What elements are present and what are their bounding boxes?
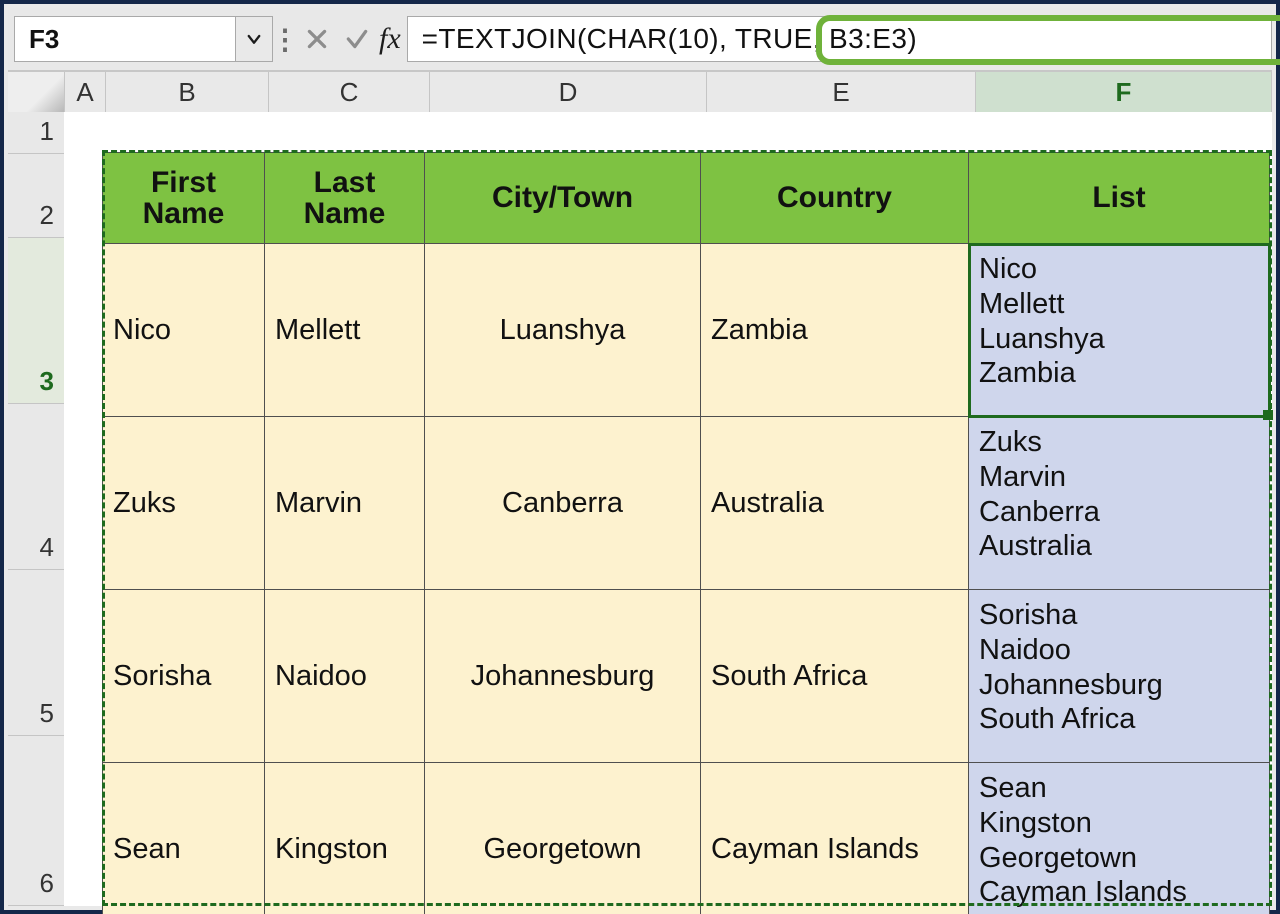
name-box[interactable]: F3 <box>14 16 236 62</box>
app-frame: F3 ⋮ fx =TEXTJOIN(CHAR(10), TRUE, B3:E3)… <box>0 0 1280 914</box>
formula-text: =TEXTJOIN(CHAR(10), TRUE, B3:E3) <box>422 23 917 55</box>
header-country[interactable]: Country <box>701 153 969 244</box>
row-header-5[interactable]: 5 <box>8 570 64 736</box>
row-headers: 1 2 3 4 5 6 <box>8 112 65 906</box>
cell-F3[interactable]: Nico Mellett Luanshya Zambia <box>969 244 1270 417</box>
table-row: Zuks Marvin Canberra Australia Zuks Marv… <box>103 417 1270 590</box>
header-list-label: List <box>1092 181 1145 214</box>
check-icon <box>344 26 370 52</box>
header-first-label: FirstName <box>143 166 225 231</box>
cell-D6[interactable]: Georgetown <box>425 763 701 914</box>
header-country-label: Country <box>777 181 892 214</box>
col-header-D[interactable]: D <box>430 72 707 112</box>
cell-F4[interactable]: Zuks Marvin Canberra Australia <box>969 417 1270 590</box>
header-list[interactable]: List <box>969 153 1270 244</box>
row-header-1[interactable]: 1 <box>8 112 64 154</box>
cell-B5[interactable]: Sorisha <box>103 590 265 763</box>
row-header-3[interactable]: 3 <box>8 238 64 404</box>
header-last-name[interactable]: LastName <box>265 153 425 244</box>
cell-E3[interactable]: Zambia <box>701 244 969 417</box>
cell-C5[interactable]: Naidoo <box>265 590 425 763</box>
cell-D3[interactable]: Luanshya <box>425 244 701 417</box>
cell-C4[interactable]: Marvin <box>265 417 425 590</box>
header-last-label: LastName <box>304 166 386 231</box>
row-header-2[interactable]: 2 <box>8 154 64 238</box>
cell-E6[interactable]: Cayman Islands <box>701 763 969 914</box>
table-header-row: FirstName LastName City/Town Country Lis… <box>103 153 1270 244</box>
header-first-name[interactable]: FirstName <box>103 153 265 244</box>
col-header-A[interactable]: A <box>65 72 106 112</box>
accept-button[interactable] <box>337 17 377 61</box>
col-header-F[interactable]: F <box>976 72 1272 112</box>
cell-E4[interactable]: Australia <box>701 417 969 590</box>
table-row: Nico Mellett Luanshya Zambia Nico Mellet… <box>103 244 1270 417</box>
col-header-B[interactable]: B <box>106 72 269 112</box>
cell-B6[interactable]: Sean <box>103 763 265 914</box>
cell-C6[interactable]: Kingston <box>265 763 425 914</box>
col-header-C[interactable]: C <box>269 72 430 112</box>
table-row: Sean Kingston Georgetown Cayman Islands … <box>103 763 1270 914</box>
table-row: Sorisha Naidoo Johannesburg South Africa… <box>103 590 1270 763</box>
row-header-6[interactable]: 6 <box>8 736 64 906</box>
sheet-area[interactable]: FirstName LastName City/Town Country Lis… <box>64 112 1272 906</box>
cell-F6[interactable]: Sean Kingston Georgetown Cayman Islands <box>969 763 1270 914</box>
fx-icon[interactable]: fx <box>377 22 407 56</box>
formula-bar: F3 ⋮ fx =TEXTJOIN(CHAR(10), TRUE, B3:E3) <box>8 8 1272 72</box>
cancel-button[interactable] <box>297 17 337 61</box>
chevron-down-icon <box>245 30 263 48</box>
data-table: FirstName LastName City/Town Country Lis… <box>102 152 1270 914</box>
row-header-4[interactable]: 4 <box>8 404 64 570</box>
cell-F5[interactable]: Sorisha Naidoo Johannesburg South Africa <box>969 590 1270 763</box>
col-header-E[interactable]: E <box>707 72 976 112</box>
cell-D5[interactable]: Johannesburg <box>425 590 701 763</box>
toolbar-separator: ⋮ <box>273 17 297 61</box>
name-box-dropdown[interactable] <box>236 16 273 62</box>
select-all-corner[interactable] <box>8 72 65 112</box>
header-city-label: City/Town <box>492 181 633 214</box>
cell-B3[interactable]: Nico <box>103 244 265 417</box>
close-icon <box>304 26 330 52</box>
column-headers: A B C D E F <box>8 72 1272 113</box>
header-city[interactable]: City/Town <box>425 153 701 244</box>
cell-D4[interactable]: Canberra <box>425 417 701 590</box>
cell-E5[interactable]: South Africa <box>701 590 969 763</box>
cell-B4[interactable]: Zuks <box>103 417 265 590</box>
cell-C3[interactable]: Mellett <box>265 244 425 417</box>
formula-input[interactable]: =TEXTJOIN(CHAR(10), TRUE, B3:E3) <box>407 16 1272 62</box>
